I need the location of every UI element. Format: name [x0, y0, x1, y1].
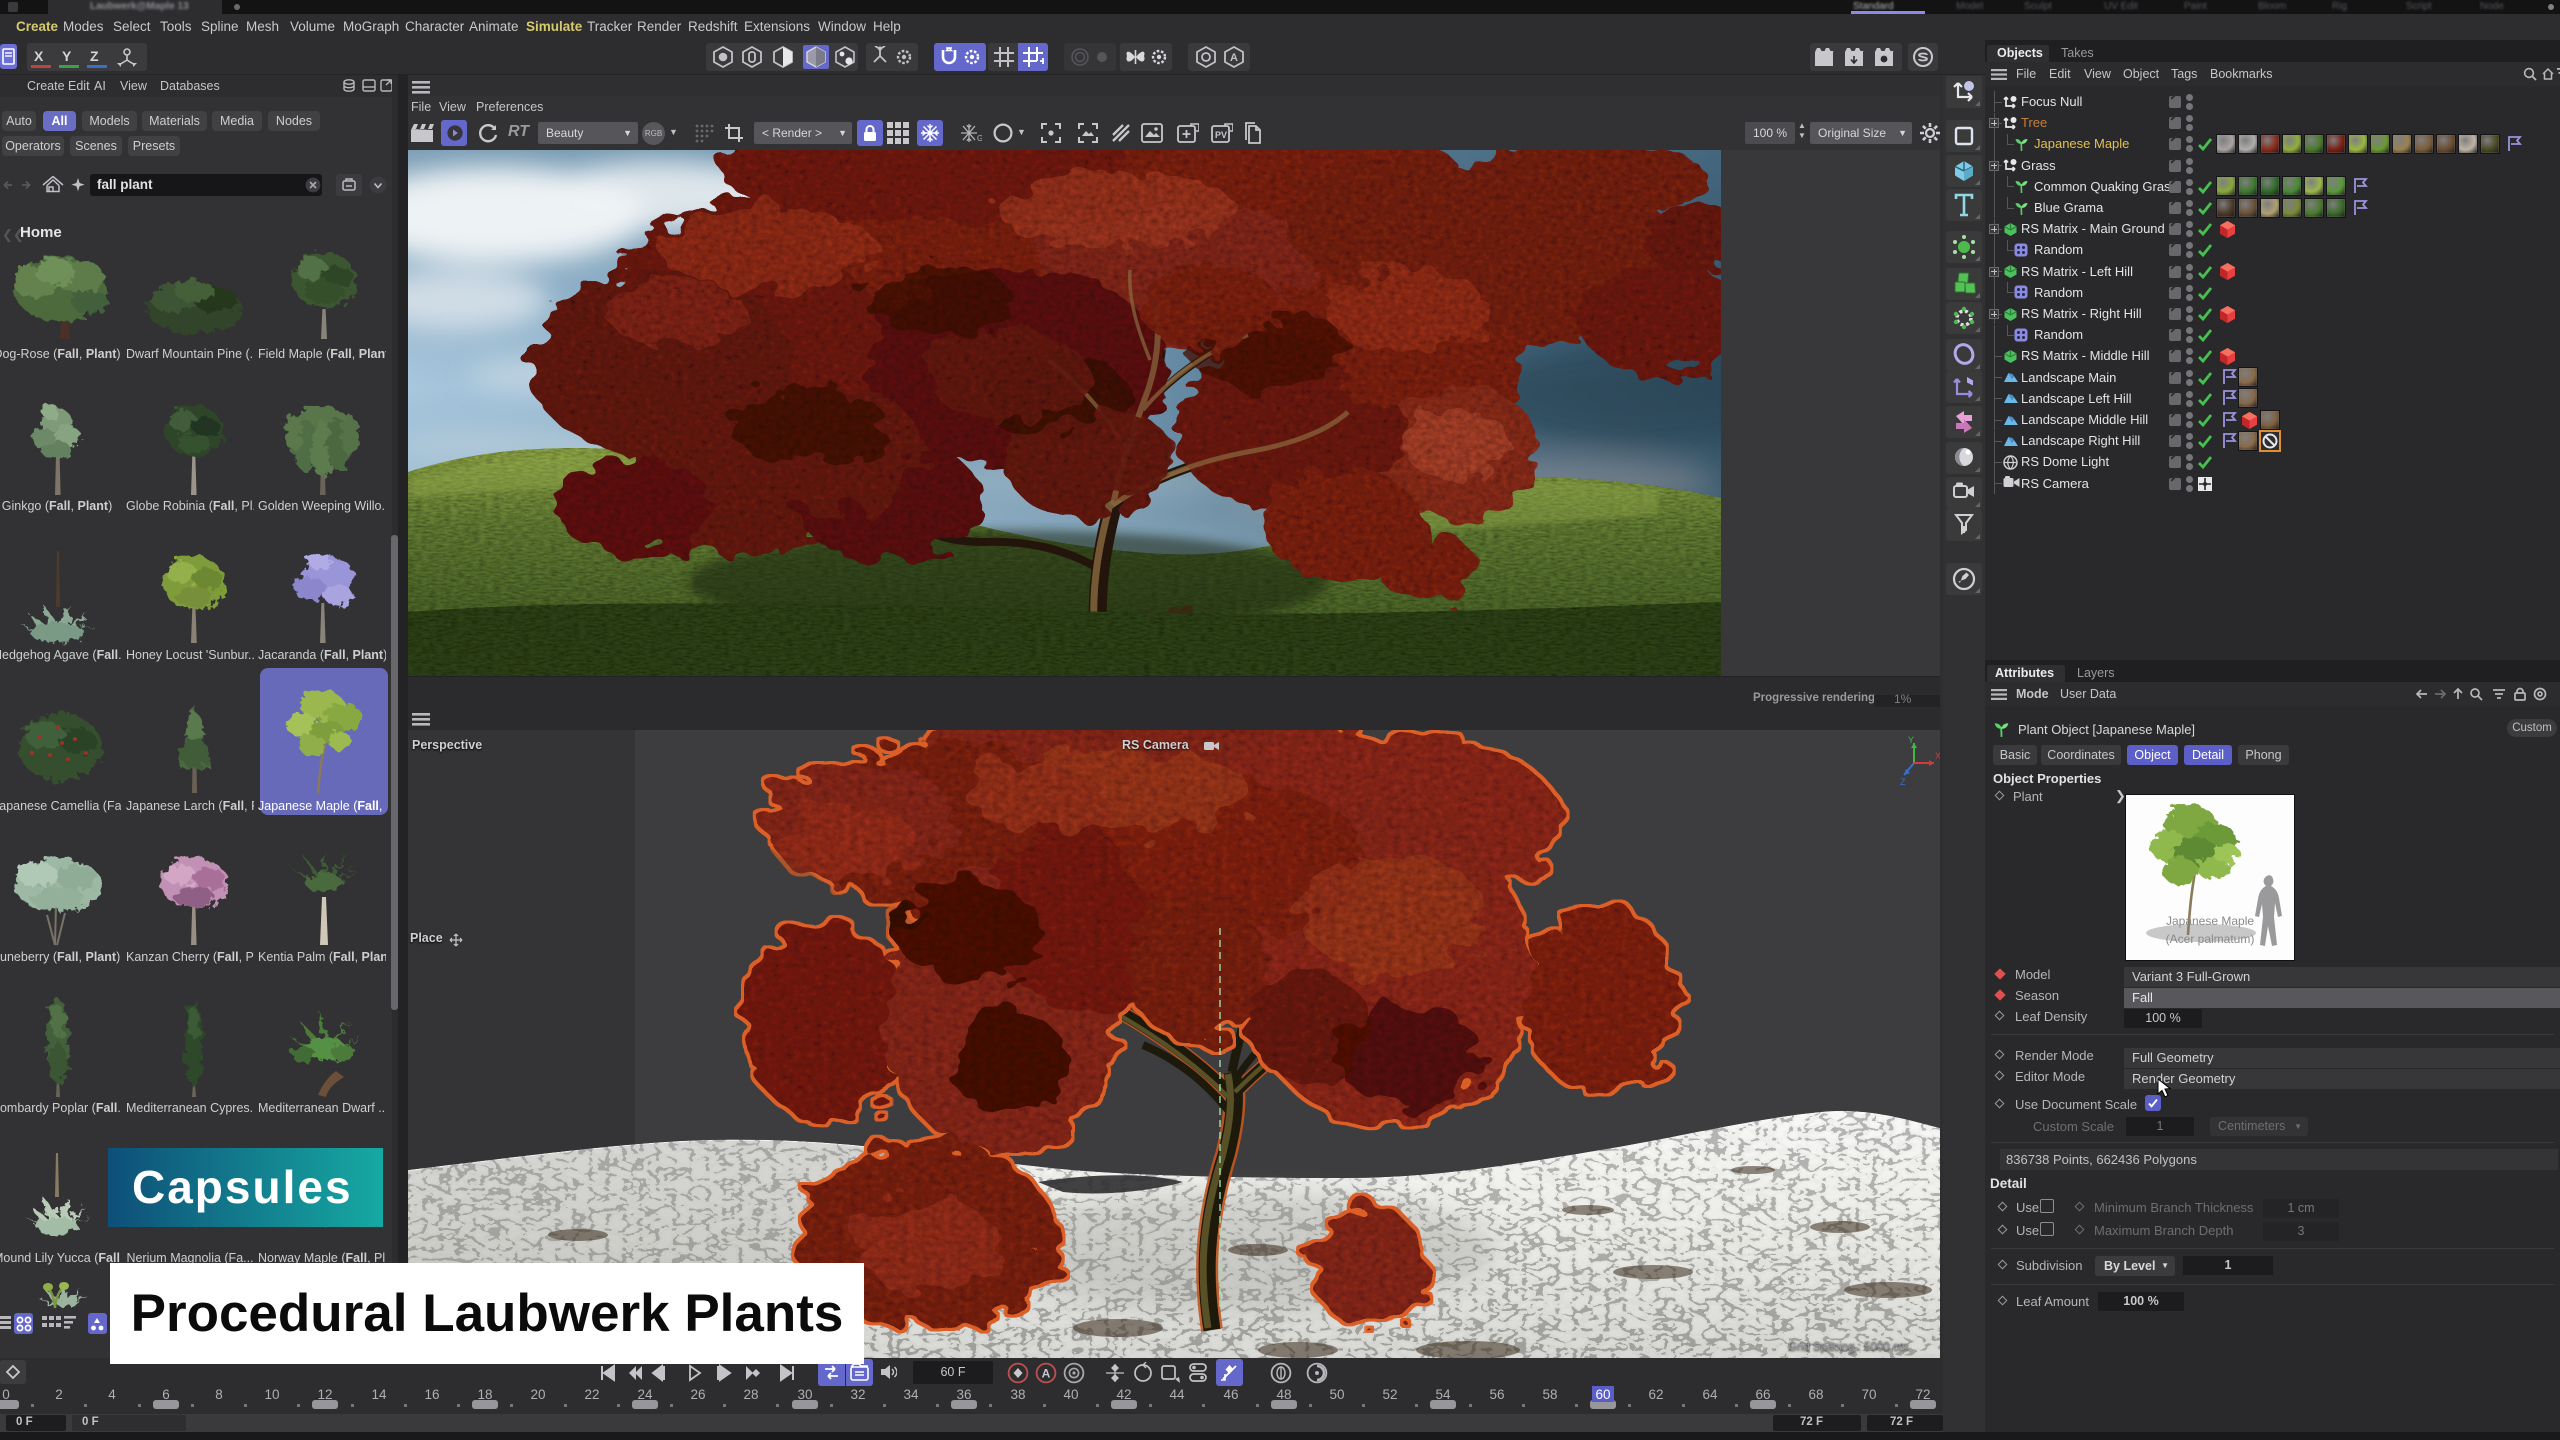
svg-text:PV: PV: [1215, 130, 1227, 140]
svg-text:A: A: [1230, 52, 1238, 64]
svg-text:G: G: [977, 134, 982, 143]
svg-text:(Acer palmatum): (Acer palmatum): [2166, 932, 2255, 946]
svg-text:Z: Z: [1900, 777, 1906, 787]
svg-text:Y: Y: [1908, 735, 1914, 745]
svg-text:A: A: [1042, 1367, 1051, 1381]
svg-text:Japanese Maple: Japanese Maple: [2166, 914, 2254, 928]
svg-text:X: X: [1935, 751, 1940, 761]
